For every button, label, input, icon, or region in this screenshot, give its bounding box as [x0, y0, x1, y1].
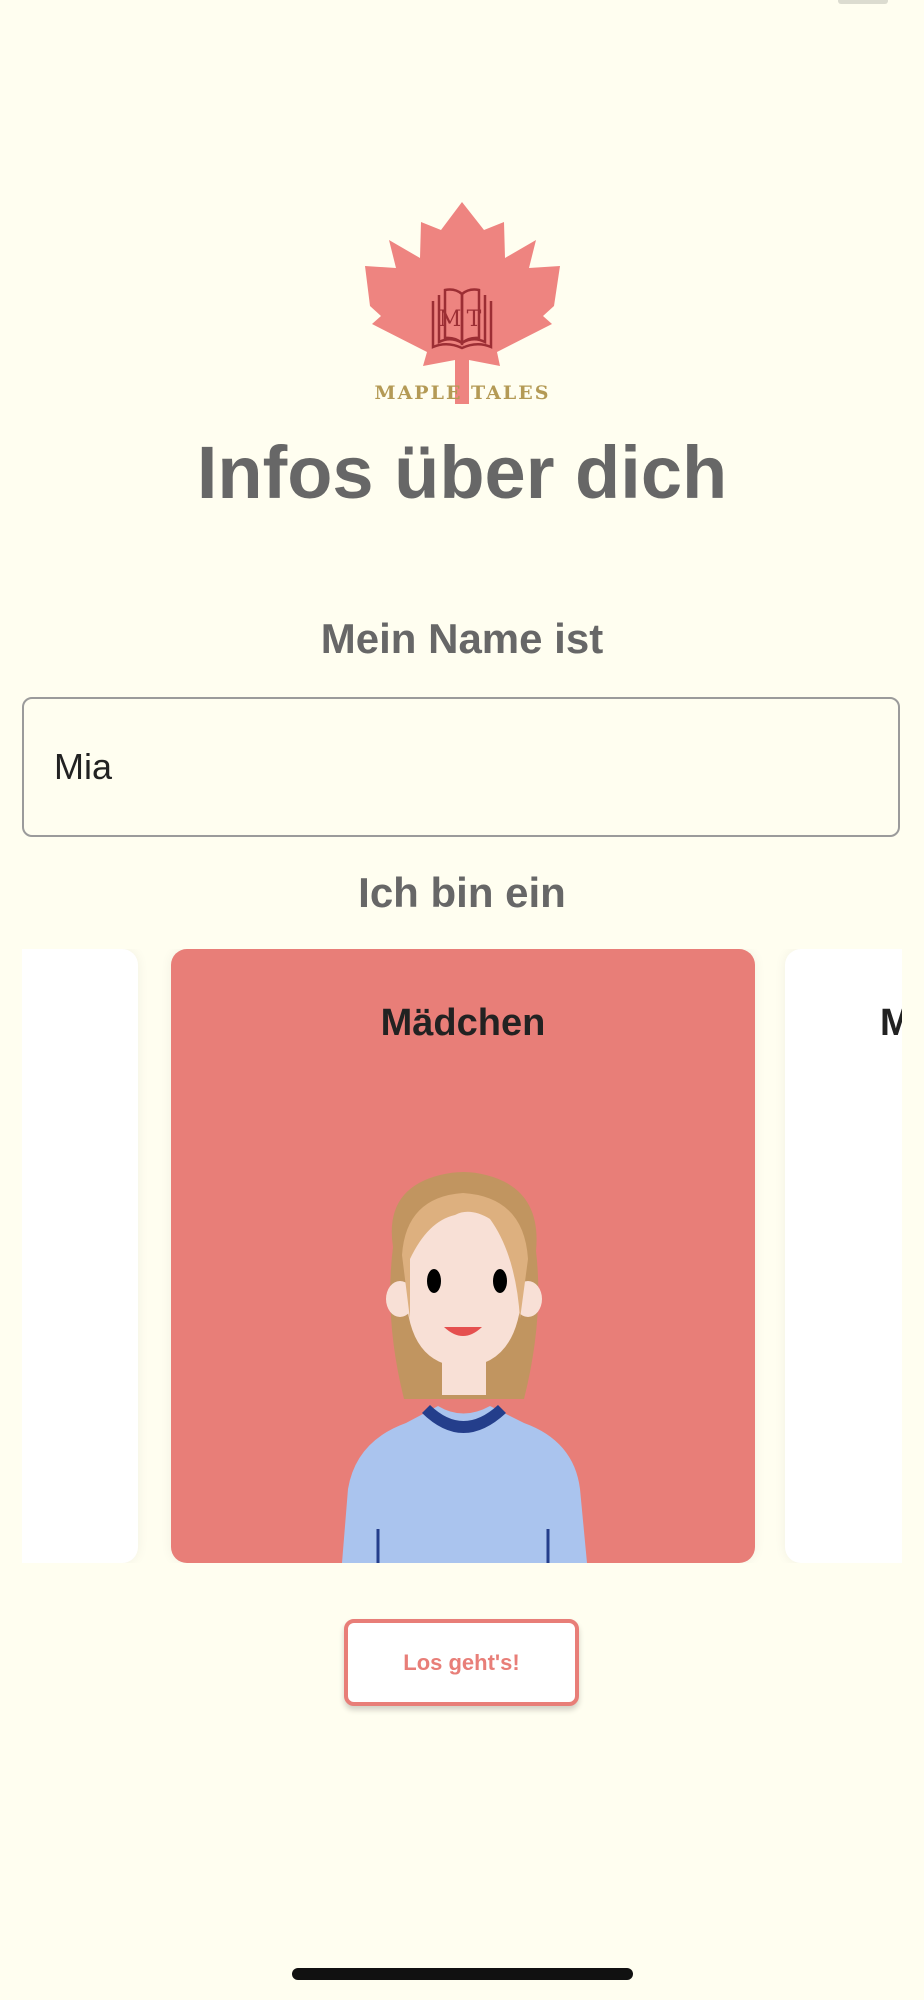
maple-tales-logo: M T MAPLE TALES	[365, 202, 560, 404]
gender-option-card-next[interactable]: Mädchen	[785, 949, 902, 1563]
gender-option-card-selected[interactable]: Mädchen	[171, 949, 755, 1563]
gender-option-label: Mädchen	[380, 1002, 546, 1044]
name-input-value: Mia	[54, 746, 113, 787]
girl-avatar-icon	[310, 1159, 616, 1563]
logo-wordmark: MAPLE TALES	[375, 382, 551, 404]
page-title: Infos über dich	[196, 431, 728, 514]
gender-option-label: Mädchen	[880, 1002, 902, 1044]
name-label: Mein Name ist	[320, 615, 604, 662]
start-button[interactable]: Los geht's!	[344, 1619, 579, 1706]
logo-monogram-m: M	[439, 307, 462, 332]
gender-option-card-previous[interactable]	[22, 949, 138, 1563]
battery-icon	[838, 0, 888, 4]
home-indicator[interactable]	[292, 1968, 633, 1980]
status-bar-time-fragment	[78, 0, 134, 4]
logo-monogram-t: T	[467, 307, 482, 332]
gender-label: Ich bin ein	[358, 869, 566, 916]
name-input[interactable]: Mia	[22, 697, 900, 837]
gender-carousel[interactable]: Mädchen Mädchen	[22, 949, 902, 1563]
